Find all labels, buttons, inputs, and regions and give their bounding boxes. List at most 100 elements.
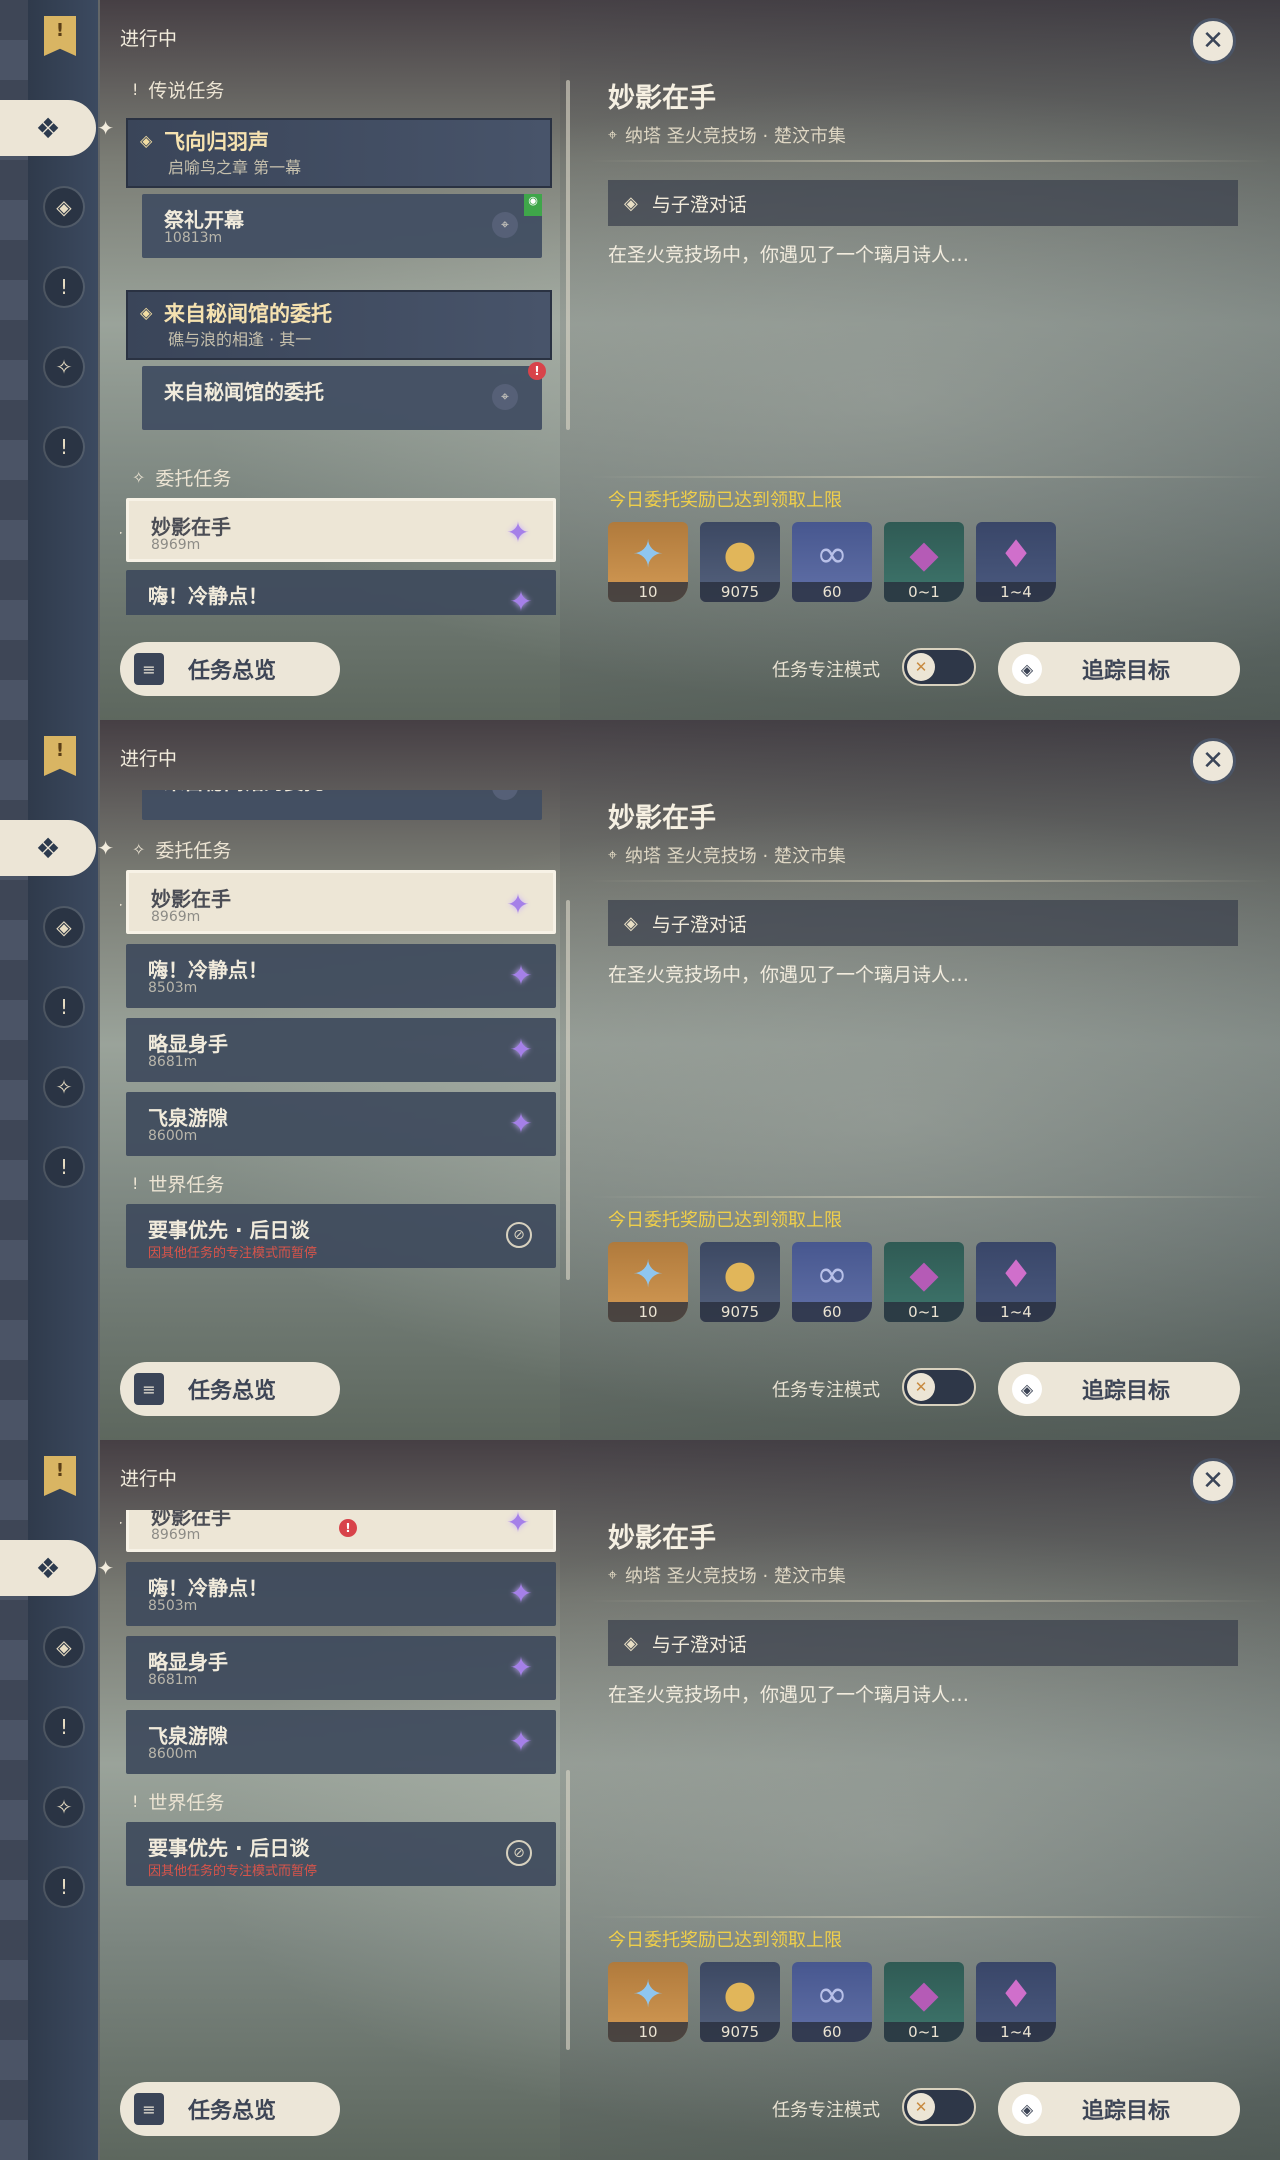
quest-title: 来自秘闻馆的委托 [164,790,324,795]
selected-arrow-icon: ▶ [120,897,122,911]
world-quest-card[interactable]: 要事优先 · 后日谈 因其他任务的专注模式而暂停 ⊘ [126,1822,556,1886]
reward-crystal-chunk[interactable]: ◆ 0~1 [884,1242,964,1322]
track-target-button[interactable]: ◈ 追踪目标 [998,2082,1240,2136]
tab-world-quests[interactable]: ! [45,428,83,466]
location-pin-icon: ⌖ [608,845,618,864]
scrollbar[interactable] [566,80,570,430]
toggle-off-icon: ✕ [907,2093,935,2121]
commission-tab-icon: ✧ [55,1075,73,1099]
quest-title: 来自秘闻馆的委托 [164,380,324,404]
focus-mode-toggle[interactable]: ✕ [902,648,976,686]
reward-companionship[interactable]: ∞ 60 [792,1242,872,1322]
commission-card[interactable]: 嗨！冷静点！ ✦ [126,570,556,615]
tab-archon-quests[interactable]: ◈ [45,188,83,226]
quest-overview-button[interactable]: ≡ 任务总览 [120,1362,340,1416]
world-quest-card[interactable]: 要事优先 · 后日谈 因其他任务的专注模式而暂停 ⊘ [126,1204,556,1268]
track-target-button[interactable]: ◈ 追踪目标 [998,642,1240,696]
archon-quest-card[interactable]: ◈ 来自秘闻馆的委托 礁与浪的相逢 · 其一 [126,290,552,360]
reward-crystal-cluster[interactable]: ♦ 1~4 [976,522,1056,602]
tab-all-quests[interactable]: ❖ [0,100,114,156]
divider [590,476,1270,478]
focus-mode-toggle[interactable]: ✕ [902,1368,976,1406]
tab-story-quests[interactable]: ! [45,1708,83,1746]
quest-step-card[interactable]: 祭礼开幕 10813m ⌖ ◉ [142,194,542,258]
four-diamond-icon: ❖ [35,831,61,865]
archon-icon: ◈ [56,195,72,219]
commission-card-selected[interactable]: ▶ 妙影在手 8969m ✦ [120,498,556,562]
quest-title: 嗨！冷静点！ [148,958,268,982]
quest-overview-button[interactable]: ≡ 任务总览 [120,2082,340,2136]
quest-title: 来自秘闻馆的委托 [164,302,332,326]
reward-crystal-chunk[interactable]: ◆ 0~1 [884,522,964,602]
detail-title: 妙影在手 [608,1523,716,1554]
archon-icon: ◈ [56,915,72,939]
commission-card[interactable]: 飞泉游隙 8600m ✦ [126,1710,556,1774]
quest-title: 要事优先 · 后日谈 [148,1836,310,1860]
toggle-off-icon: ✕ [907,653,935,681]
reward-primogem[interactable]: ✦ 10 [608,522,688,602]
commission-card[interactable]: 飞泉游隙 8600m ✦ [126,1092,556,1156]
commission-card[interactable]: 嗨！冷静点！ 8503m ✦ [126,1562,556,1626]
quest-step-card[interactable]: 来自秘闻馆的委托 ⌖ [142,790,542,820]
quest-list[interactable]: ! 传说任务 ◈ 飞向归羽声 启喻鸟之章 第一幕 祭礼开幕 10813m ⌖ ◉… [120,70,560,615]
companionship-icon: ∞ [816,1252,848,1296]
reward-crystal-cluster[interactable]: ♦ 1~4 [976,1962,1056,2042]
archon-diamond-icon: ◈ [140,303,153,322]
focus-mode-toggle[interactable]: ✕ [902,2088,976,2126]
quest-step-card[interactable]: 来自秘闻馆的委托 ⌖ ! [142,362,546,430]
tab-all-quests[interactable]: ❖ [0,820,114,876]
tab-story-quests[interactable]: ! [45,988,83,1026]
close-button[interactable]: ✕ [1190,1458,1236,1504]
commission-card-selected[interactable]: ▶ 妙影在手 8969m ✦ [120,870,556,934]
tab-archon-quests[interactable]: ◈ [45,908,83,946]
tab-commissions[interactable]: ✧ [45,1788,83,1826]
overview-list-icon: ≡ [134,1373,164,1405]
commission-small-icon: ✧ [132,468,146,487]
tab-story-quests[interactable]: ! [45,268,83,306]
reward-primogem[interactable]: ✦ 10 [608,1242,688,1322]
toggle-off-icon: ✕ [907,1373,935,1401]
tab-world-quests[interactable]: ! [45,1868,83,1906]
divider [590,1600,1270,1602]
section-label: 传说任务 [148,80,225,102]
close-button[interactable]: ✕ [1190,738,1236,784]
close-button[interactable]: ✕ [1190,18,1236,64]
quest-list[interactable]: 来自秘闻馆的委托 ⌖ ✧ 委托任务 ▶ 妙影在手 8969m ✦ 嗨！冷静点！ … [120,790,560,1335]
reward-primogem[interactable]: ✦ 10 [608,1962,688,2042]
reward-qty: 10 [608,1302,688,1322]
reward-companionship[interactable]: ∞ 60 [792,522,872,602]
quest-title: 妙影在手 [151,515,231,539]
quest-overview-button[interactable]: ≡ 任务总览 [120,642,340,696]
crystal-cluster-icon: ♦ [998,1972,1034,2016]
archon-quest-card[interactable]: ◈ 飞向归羽声 启喻鸟之章 第一幕 [126,118,552,188]
reward-mora[interactable]: ● 9075 [700,1242,780,1322]
tab-all-quests[interactable]: ❖ [0,1540,114,1596]
tab-archon-quests[interactable]: ◈ [45,1628,83,1666]
tab-world-quests[interactable]: ! [45,1148,83,1186]
scrollbar[interactable] [566,900,570,1280]
world-exclaim-icon: ! [59,1875,69,1899]
commission-card[interactable]: 略显身手 8681m ✦ [126,1636,556,1700]
reward-mora[interactable]: ● 9075 [700,522,780,602]
quest-distance: 8681m [148,1672,198,1688]
section-world: ! 世界任务 [132,1788,224,1815]
quest-title: 嗨！冷静点！ [148,1576,268,1600]
reward-crystal-chunk[interactable]: ◆ 0~1 [884,1962,964,2042]
quest-list[interactable]: ▶ 妙影在手 8969m ✦ ! 嗨！冷静点！ 8503m ✦ 略显身手 868… [120,1510,560,2055]
tab-commissions[interactable]: ✧ [45,1068,83,1106]
close-icon: ✕ [1202,1466,1224,1496]
track-target-button[interactable]: ◈ 追踪目标 [998,1362,1240,1416]
commission-card-selected[interactable]: ▶ 妙影在手 8969m ✦ ! [120,1510,556,1552]
commission-card[interactable]: 嗨！冷静点！ 8503m ✦ [126,944,556,1008]
reward-crystal-cluster[interactable]: ♦ 1~4 [976,1242,1056,1322]
quest-distance: 8969m [151,909,201,925]
world-exclaim-icon: ! [59,1155,69,1179]
scrollbar[interactable] [566,1770,570,2050]
reward-companionship[interactable]: ∞ 60 [792,1962,872,2042]
quest-screen-1: ! ❖ ◈ ! ✧ ! 进行中 ✕ ! 传说任务 ◈ 飞向归羽声 启喻鸟之章 第… [0,0,1280,720]
detail-location: ⌖ 纳塔 圣火竞技场 · 楚汶市集 [608,1562,846,1588]
tab-commissions[interactable]: ✧ [45,348,83,386]
reward-mora[interactable]: ● 9075 [700,1962,780,2042]
location-pin-icon: ⌖ [492,212,518,238]
commission-card[interactable]: 略显身手 8681m ✦ [126,1018,556,1082]
